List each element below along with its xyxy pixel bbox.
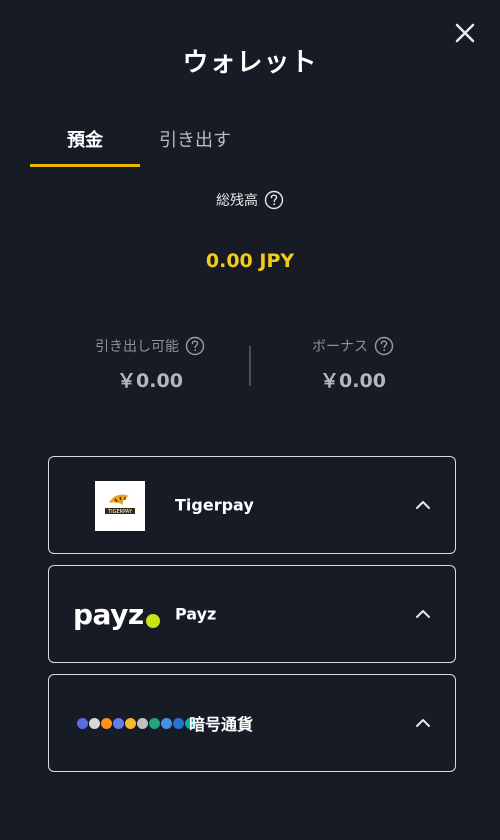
payz-logo-text: payz xyxy=(73,597,144,631)
tab-deposit[interactable]: 預金 xyxy=(30,126,140,167)
tab-withdraw[interactable]: 引き出す xyxy=(140,126,250,167)
coin-icon xyxy=(125,717,136,729)
payment-method-payz[interactable]: payz Payz xyxy=(48,565,456,663)
payment-method-name: 暗号通貨 xyxy=(189,715,254,734)
help-icon[interactable] xyxy=(264,190,284,210)
chevron-up-icon[interactable] xyxy=(413,495,433,515)
help-icon[interactable] xyxy=(185,336,205,356)
chevron-up-icon[interactable] xyxy=(413,713,433,733)
tab-bar: 預金 引き出す xyxy=(30,126,250,167)
payz-logo-icon: payz xyxy=(73,594,160,634)
payment-method-name: Payz xyxy=(175,604,217,624)
crypto-coins-logo-icon xyxy=(77,713,197,733)
coin-icon xyxy=(113,717,124,729)
coin-icon xyxy=(101,717,112,729)
payment-method-crypto[interactable]: 暗号通貨 xyxy=(48,674,456,772)
bonus-balance: ボーナス ￥0.00 xyxy=(253,336,453,393)
divider xyxy=(249,346,251,386)
svg-text:TIGERPAY: TIGERPAY xyxy=(107,509,133,515)
coin-icon xyxy=(149,717,160,729)
payment-method-tigerpay[interactable]: TIGERPAY Tigerpay xyxy=(48,456,456,554)
coin-icon xyxy=(89,717,100,729)
coin-icon xyxy=(77,717,88,729)
chevron-up-icon[interactable] xyxy=(413,604,433,624)
payment-method-name: Tigerpay xyxy=(175,495,254,515)
total-balance-label: 総残高 xyxy=(216,193,258,209)
coin-icon xyxy=(161,717,172,729)
tigerpay-logo-icon: TIGERPAY xyxy=(95,481,145,531)
coin-icon xyxy=(173,717,184,729)
withdrawable-balance: 引き出し可能 ￥0.00 xyxy=(50,336,250,393)
withdrawable-label: 引き出し可能 xyxy=(95,339,179,355)
payz-logo-dot xyxy=(145,614,160,628)
page-title: ウォレット xyxy=(182,48,318,78)
bonus-value: ￥0.00 xyxy=(320,370,386,392)
bonus-label: ボーナス xyxy=(312,339,368,355)
total-balance-amount: 0.00 JPY xyxy=(205,250,295,272)
coin-icon xyxy=(137,717,148,729)
total-balance-header: 総残高 xyxy=(0,190,500,210)
help-icon[interactable] xyxy=(374,336,394,356)
withdrawable-value: ￥0.00 xyxy=(117,370,183,392)
